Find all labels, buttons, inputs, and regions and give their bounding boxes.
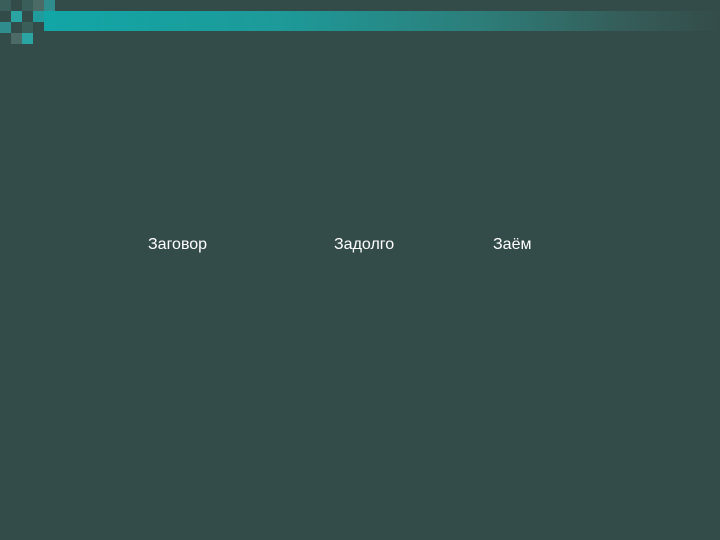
header-accent-bar (44, 11, 720, 31)
pattern-square (33, 0, 44, 11)
word-2: Задолго (334, 236, 395, 253)
pattern-square (22, 22, 33, 33)
pattern-square (33, 11, 44, 22)
pattern-square (0, 0, 11, 11)
pattern-square (11, 11, 22, 22)
pattern-square (22, 0, 33, 11)
slide: Заговор Задолго Заём (0, 0, 720, 540)
pattern-square (22, 33, 33, 44)
pattern-square (11, 33, 22, 44)
pattern-square (44, 0, 55, 11)
word-1: Заговор (148, 236, 208, 253)
pattern-square (0, 22, 11, 33)
word-3: Заём (493, 236, 532, 253)
